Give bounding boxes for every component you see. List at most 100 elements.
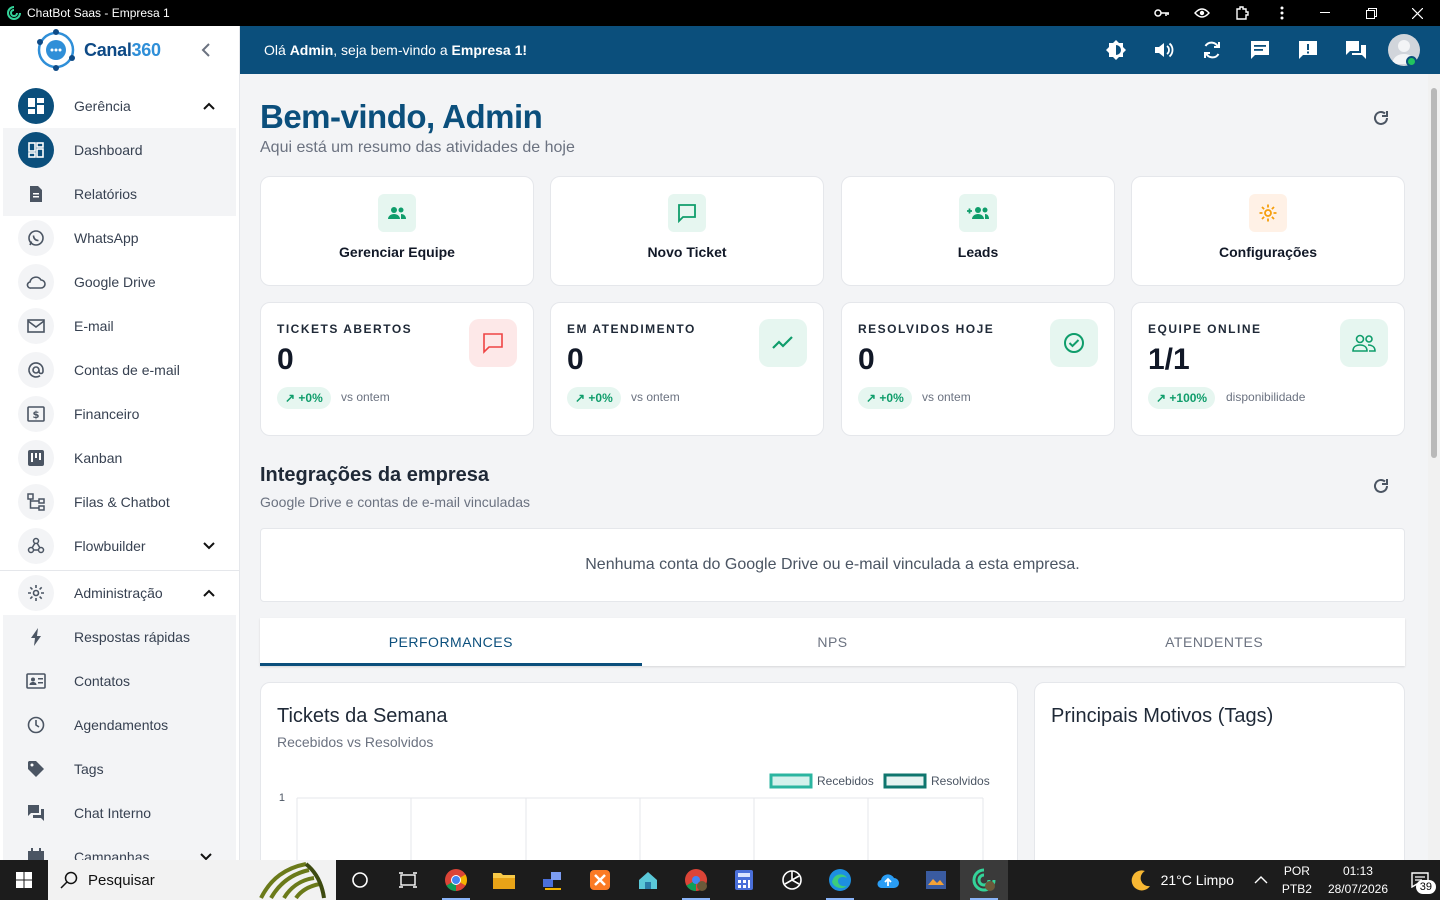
edge-icon <box>829 869 851 891</box>
logo[interactable]: Canal360 <box>0 26 239 74</box>
team-icon <box>378 194 416 232</box>
taskbar-chatbot-app[interactable] <box>960 860 1008 900</box>
sidebar-item-label: Filas & Chatbot <box>74 494 170 510</box>
start-button[interactable] <box>0 860 48 900</box>
taskbar-search[interactable]: Pesquisar <box>48 860 336 900</box>
quick-action-leads[interactable]: Leads <box>841 176 1115 286</box>
at-sign-icon <box>18 352 54 388</box>
tab-performances[interactable]: PERFORMANCES <box>260 618 642 666</box>
extensions-icon[interactable] <box>1222 0 1262 26</box>
legend-recebidos[interactable]: Recebidos <box>769 773 874 789</box>
taskbar-cloud-app[interactable] <box>864 860 912 900</box>
report-file-icon <box>18 176 54 212</box>
quick-action-configuracoes[interactable]: Configurações <box>1131 176 1405 286</box>
sidebar-item-financeiro[interactable]: $ Financeiro <box>0 392 239 436</box>
sidebar-item-whatsapp[interactable]: WhatsApp <box>0 216 239 260</box>
cortana-icon <box>352 872 368 888</box>
sync-button[interactable] <box>1188 26 1236 74</box>
scrollbar-thumb[interactable] <box>1431 88 1437 458</box>
input-language[interactable]: POR PTB2 <box>1282 862 1312 898</box>
main-scrollbar[interactable] <box>1428 74 1440 860</box>
legend-resolvidos[interactable]: Resolvidos <box>883 773 990 789</box>
system-tray: 21°C Limpo POR PTB2 01:13 28/07/2026 39 <box>1129 860 1440 900</box>
app-icon <box>7 6 21 20</box>
cloud-upload-icon <box>877 874 899 889</box>
tab-atendentes[interactable]: ATENDENTES <box>1023 618 1405 666</box>
sidebar-item-kanban[interactable]: Kanban <box>0 436 239 480</box>
hierarchy-icon <box>18 484 54 520</box>
sidebar-group-administracao[interactable]: Administração <box>0 571 239 615</box>
svg-text:$: $ <box>33 410 40 421</box>
quick-action-novo-ticket[interactable]: Novo Ticket <box>550 176 824 286</box>
eye-icon[interactable] <box>1182 0 1222 26</box>
page-title: Bem-vindo, Admin <box>260 98 543 135</box>
taskbar-chrome-profile[interactable] <box>672 860 720 900</box>
refresh-integrations-button[interactable] <box>1370 475 1392 497</box>
sidebar-group-gerencia[interactable]: Gerência <box>0 84 239 128</box>
sidebar-item-label: Campanhas <box>74 849 150 860</box>
taskbar-xampp[interactable] <box>576 860 624 900</box>
sidebar-item-tags[interactable]: Tags <box>3 747 236 791</box>
sidebar-item-contatos[interactable]: Contatos <box>3 659 236 703</box>
sidebar-item-agendamentos[interactable]: Agendamentos <box>3 703 236 747</box>
more-vertical-icon[interactable] <box>1262 0 1302 26</box>
weather-widget[interactable]: 21°C Limpo <box>1129 868 1234 892</box>
quick-action-label: Leads <box>957 244 999 260</box>
window-titlebar: ChatBot Saas - Empresa 1 <box>0 0 1440 26</box>
taskbar-image-app[interactable] <box>912 860 960 900</box>
chevron-up-icon[interactable] <box>1254 876 1268 884</box>
tab-nps[interactable]: NPS <box>642 618 1024 666</box>
taskbar-file-explorer[interactable] <box>480 860 528 900</box>
clock[interactable]: 01:13 28/07/2026 <box>1328 862 1388 898</box>
internal-chat-button[interactable] <box>1332 26 1380 74</box>
sidebar-item-label: Financeiro <box>74 406 140 422</box>
taskbar-chatgpt[interactable] <box>768 860 816 900</box>
sidebar-item-respostas-rapidas[interactable]: Respostas rápidas <box>3 615 236 659</box>
sidebar-item-label: Agendamentos <box>74 717 169 733</box>
sidebar-item-filas-chatbot[interactable]: Filas & Chatbot <box>0 480 239 524</box>
refresh-dashboard-button[interactable] <box>1370 107 1392 129</box>
messages-button[interactable] <box>1236 26 1284 74</box>
sidebar-item-contas-email[interactable]: Contas de e-mail <box>0 348 239 392</box>
refresh-icon <box>1374 478 1388 493</box>
sidebar-item-dashboard[interactable]: Dashboard <box>3 128 236 172</box>
close-button[interactable] <box>1394 0 1440 26</box>
chevron-left-icon <box>201 43 210 57</box>
stat-compare: disponibilidade <box>1226 390 1306 404</box>
taskbar-calculator[interactable] <box>720 860 768 900</box>
sidebar-item-chat-interno[interactable]: Chat Interno <box>3 791 236 835</box>
sidebar-item-google-drive[interactable]: Google Drive <box>0 260 239 304</box>
volume-button[interactable] <box>1140 26 1188 74</box>
logo-text: Canal360 <box>84 39 161 60</box>
sidebar-item-label: Relatórios <box>74 186 138 202</box>
restore-button[interactable] <box>1348 0 1394 26</box>
sidebar-item-relatorios[interactable]: Relatórios <box>3 172 236 216</box>
stat-card-equipe-online: EQUIPE ONLINE 1/1 ↗ +100% disponibilidad… <box>1131 302 1405 436</box>
sidebar-item-email[interactable]: E-mail <box>0 304 239 348</box>
collapse-sidebar-button[interactable] <box>196 40 216 60</box>
timeline-button[interactable] <box>384 860 432 900</box>
language-code: POR <box>1283 864 1310 878</box>
notification-center-button[interactable]: 39 <box>1400 860 1440 900</box>
theme-toggle-button[interactable] <box>1092 26 1140 74</box>
sidebar-item-label: Contas de e-mail <box>74 362 180 378</box>
alerts-button[interactable] <box>1284 26 1332 74</box>
stat-card-em-atendimento: EM ATENDIMENTO 0 ↗ +0% vs ontem <box>550 302 824 436</box>
windows-taskbar: Pesquisar 21°C Limpo POR PTB2 01:13 28/0… <box>0 860 1440 900</box>
taskbar-app-network[interactable] <box>528 860 576 900</box>
sync-icon <box>1204 41 1220 59</box>
stat-label: TICKETS ABERTOS <box>277 322 413 336</box>
task-view-button[interactable] <box>336 860 384 900</box>
sidebar-group-flowbuilder[interactable]: Flowbuilder <box>0 524 239 568</box>
cloud-icon <box>18 264 54 300</box>
taskbar-app-store[interactable] <box>624 860 672 900</box>
quick-action-gerenciar-equipe[interactable]: Gerenciar Equipe <box>260 176 534 286</box>
window-title: ChatBot Saas - Empresa 1 <box>27 6 170 20</box>
minimize-button[interactable] <box>1302 0 1348 26</box>
taskbar-chrome[interactable] <box>432 860 480 900</box>
chrome-profile-icon <box>685 869 707 891</box>
clock-icon <box>18 707 54 743</box>
key-icon[interactable] <box>1142 0 1182 26</box>
sidebar-item-campanhas[interactable]: Campanhas <box>3 835 236 860</box>
taskbar-edge[interactable] <box>816 860 864 900</box>
